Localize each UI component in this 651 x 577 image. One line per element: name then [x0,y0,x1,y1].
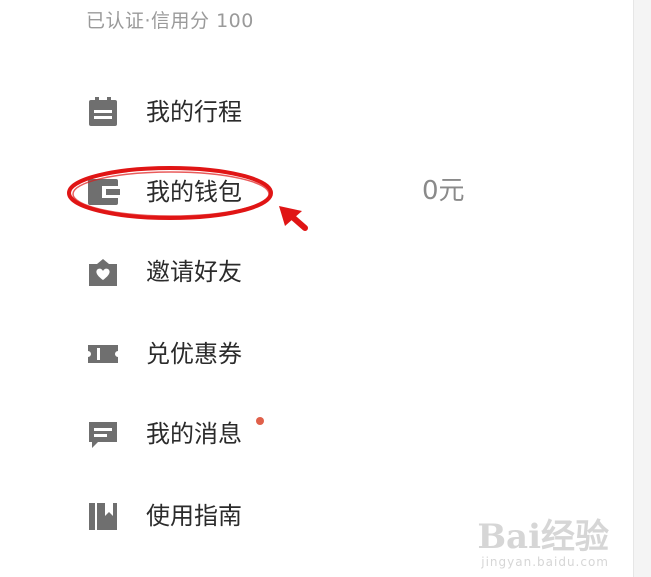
itinerary-icon [86,95,120,129]
wallet-icon [86,175,120,209]
verification-status: 已认证·信用分 100 [86,10,254,32]
watermark-url: jingyan.baidu.com [481,555,609,569]
menu-item-invite[interactable]: 邀请好友 [60,242,620,302]
invite-icon [86,255,120,289]
menu-label-messages: 我的消息 [146,420,242,448]
guide-icon [86,499,120,533]
scroll-edge [633,0,651,577]
menu-label-coupon: 兑优惠券 [146,340,242,368]
menu-item-guide[interactable]: 使用指南 [60,486,620,546]
menu-item-wallet[interactable]: 我的钱包 0元 [60,162,620,222]
wallet-balance: 0元 [422,176,465,206]
menu-label-invite: 邀请好友 [146,258,242,286]
menu-item-coupon[interactable]: 兑优惠券 [60,324,620,384]
menu-label-wallet: 我的钱包 [146,178,242,206]
menu-item-messages[interactable]: 我的消息 [60,404,620,464]
message-icon [86,417,120,451]
unread-dot [256,417,264,425]
menu-label-itinerary: 我的行程 [146,98,242,126]
menu-item-itinerary[interactable]: 我的行程 [60,82,620,142]
menu-label-guide: 使用指南 [146,502,242,530]
coupon-icon [86,337,120,371]
